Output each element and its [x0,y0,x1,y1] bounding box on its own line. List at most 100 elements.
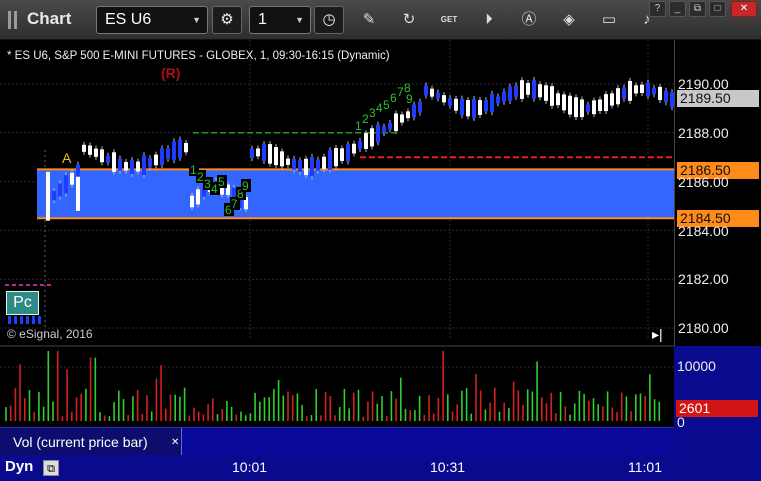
bar-body [142,155,146,176]
td-number: 9 [406,92,413,106]
clock-button[interactable]: ◷ [314,6,344,34]
bar-body [364,133,368,149]
bar-body [586,104,590,112]
get-label: GET [440,15,458,24]
title-bar: Chart ES U6 ▼ ⚙ 1 ▼ ◷ ✎ ↻ GET ⏵ Ⓐ ◈ ▭ ♪ … [0,0,761,40]
bar-body [448,98,452,106]
bar-body [604,94,608,112]
tag-icon[interactable]: ◈ [558,9,580,31]
close-icon[interactable]: ✕ [171,429,179,457]
bar-body [154,154,158,166]
td-number: 2 [197,170,204,184]
td-number: 4 [211,182,218,196]
price-zone [37,169,674,219]
chevron-down-icon[interactable]: ▼ [295,7,304,33]
bar-body [376,124,380,143]
bar-body [496,96,500,104]
bar-body [628,80,632,101]
close-button[interactable]: ✕ [731,1,757,17]
bar-body [394,113,398,132]
bar-body [52,190,56,201]
price-chart[interactable]: 1 2 3 4 56 7891 2 3 4 5 6 7 89 [0,40,674,455]
play-icon[interactable]: ⏵ [478,9,500,31]
bar-body [58,183,62,197]
bar-body [520,80,524,99]
volume-study-label[interactable]: Vol (current price bar) ✕ [0,428,182,456]
bar-body [490,93,494,113]
maximize-button[interactable]: □ [709,1,726,17]
bar-body [160,148,164,166]
pencil-icon[interactable]: ✎ [358,9,380,31]
symbol-input[interactable]: ES U6 ▼ [96,6,208,34]
bar-body [20,316,23,324]
bar-body [388,122,392,130]
bar-body [538,84,542,98]
drag-grip-icon[interactable] [8,11,20,29]
bar-body [400,114,404,123]
bar-body [634,85,638,94]
last-volume-badge: 2601 [676,400,758,417]
bar-body [466,99,470,117]
time-tick: 11:01 [628,459,662,475]
scroll-to-end-icon[interactable]: ▸| [652,326,663,343]
bar-body [442,95,446,103]
bar-body [100,149,104,163]
y-tick: 2180.00 [678,320,729,336]
clock-icon: ◷ [322,11,336,28]
bar-body [424,85,428,96]
bar-body [640,84,644,94]
get-icon[interactable]: GET [438,9,460,31]
bar-body [406,111,410,119]
bar-body [556,93,560,106]
bar-body [340,148,344,161]
help-button[interactable]: ? [649,1,666,17]
restore-button[interactable]: ⧉ [689,1,706,17]
mode-label[interactable]: Dyn [5,458,33,475]
bar-body [478,100,482,115]
bar-body [460,98,464,116]
bar-body [664,90,668,103]
bar-body [250,148,254,159]
symbol-value: ES U6 [105,11,152,28]
volume-axis[interactable]: 10000 2601 0 [674,346,761,455]
bar-body [46,171,50,221]
bar-body [646,82,650,97]
bar-body [32,316,35,324]
volume-tick: 0 [677,414,685,430]
bar-body [286,158,290,165]
td-number: 2 [362,112,369,126]
bar-body [436,92,440,99]
bar-body [550,86,554,106]
time-axis[interactable]: Dyn ⧉ 10:01 10:31 11:01 [0,455,761,481]
bar-body [472,98,476,118]
bar-body [502,91,506,102]
interval-input[interactable]: 1 ▼ [249,6,311,34]
y-tick: 2184.00 [678,223,729,239]
bar-body [328,150,332,170]
td-number: 5 [218,175,225,189]
bar-body [352,143,356,154]
bar-body [316,159,320,171]
chevron-down-icon[interactable]: ▼ [192,7,201,33]
bar-body [64,175,68,194]
bar-body [8,316,11,324]
chat-icon[interactable]: ▭ [598,9,620,31]
bar-body [292,158,296,170]
bar-body [106,155,110,163]
last-price-badge: 2189.50 [677,90,759,107]
pc-badge[interactable]: Pc [6,291,39,315]
bar-body [358,140,362,149]
bar-body [172,141,176,161]
bar-body [622,87,626,99]
minimize-button[interactable]: _ [669,1,686,17]
bar-body [280,151,284,167]
bar-body [310,156,314,177]
bar-body [166,148,170,159]
a-icon[interactable]: Ⓐ [518,9,540,31]
interval-value: 1 [258,11,267,28]
chart-panel[interactable]: 123456789123456789 * ES U6, S&P 500 E-MI… [0,40,761,481]
bar-body [184,142,188,153]
lock-icon[interactable]: ⧉ [43,460,59,476]
settings-button[interactable]: ⚙ [212,6,242,34]
refresh-icon[interactable]: ↻ [398,9,420,31]
